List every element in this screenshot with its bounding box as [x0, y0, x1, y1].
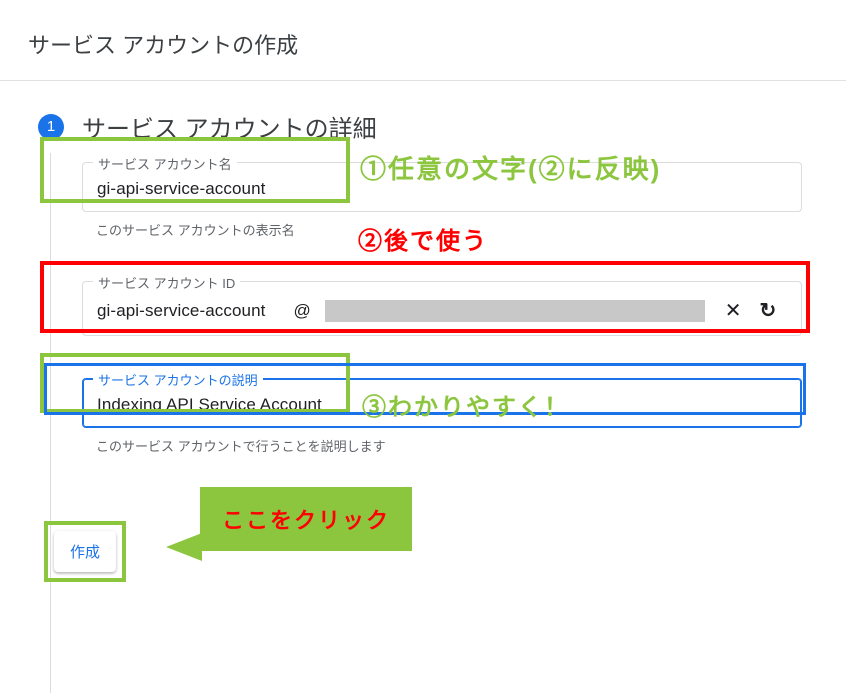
annotation-box-button: 作成: [44, 521, 126, 582]
stepper-line: [50, 153, 51, 693]
refresh-icon[interactable]: ↻: [760, 298, 777, 323]
at-symbol: @: [294, 301, 311, 321]
account-desc-helper: このサービス アカウントで行うことを説明します: [96, 436, 802, 455]
account-id-value-wrap: gi-api-service-account @ ✕ ↻: [97, 298, 787, 323]
account-id-label: サービス アカウント ID: [93, 273, 240, 292]
account-id-group: サービス アカウント ID gi-api-service-account @ ✕…: [82, 281, 802, 336]
account-id-value: gi-api-service-account: [97, 301, 266, 321]
annotation-text-1: ①任意の文字(②に反映): [360, 149, 661, 186]
account-name-label: サービス アカウント名: [93, 154, 237, 173]
account-id-domain-redacted: [325, 300, 705, 322]
callout-box: ここをクリック: [200, 487, 412, 551]
create-button[interactable]: 作成: [54, 531, 116, 572]
step-header: 1 サービス アカウントの詳細: [38, 109, 818, 144]
section-title: サービス アカウントの詳細: [82, 109, 377, 144]
step-number-badge: 1: [38, 114, 64, 140]
main-content: 1 サービス アカウントの詳細 サービス アカウント名 gi-api-servi…: [0, 81, 846, 455]
account-desc-label: サービス アカウントの説明: [93, 370, 263, 389]
page-title: サービス アカウントの作成: [0, 0, 846, 81]
callout-tail: [166, 533, 202, 561]
clear-icon[interactable]: ✕: [725, 298, 742, 323]
annotation-text-2: ②後で使う: [358, 221, 488, 256]
account-id-field[interactable]: サービス アカウント ID gi-api-service-account @ ✕…: [82, 281, 802, 336]
account-id-icons: ✕ ↻: [725, 298, 777, 323]
annotation-text-3: ③わかりやすく！: [362, 387, 570, 422]
